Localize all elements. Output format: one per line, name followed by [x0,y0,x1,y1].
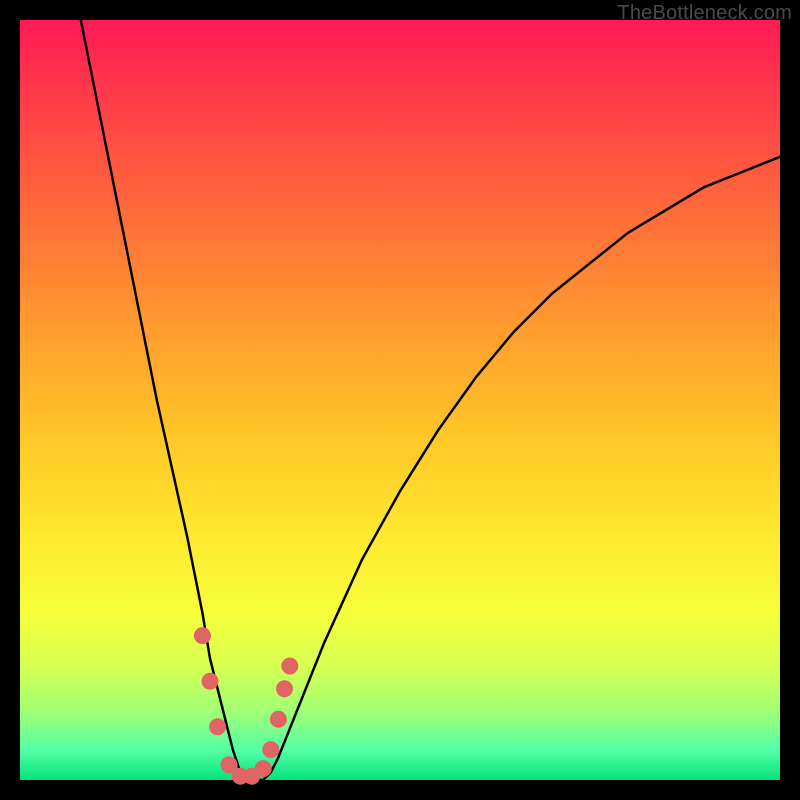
data-marker [202,673,219,690]
data-marker [255,760,272,777]
chart-frame: TheBottleneck.com [0,0,800,800]
plot-area [20,20,780,780]
data-marker [276,680,293,697]
bottleneck-curve [81,20,780,780]
data-marker [281,658,298,675]
curve-layer [20,20,780,780]
watermark-text: TheBottleneck.com [617,2,792,25]
data-marker [262,741,279,758]
data-marker [194,627,211,644]
data-marker [270,711,287,728]
data-marker [209,718,226,735]
